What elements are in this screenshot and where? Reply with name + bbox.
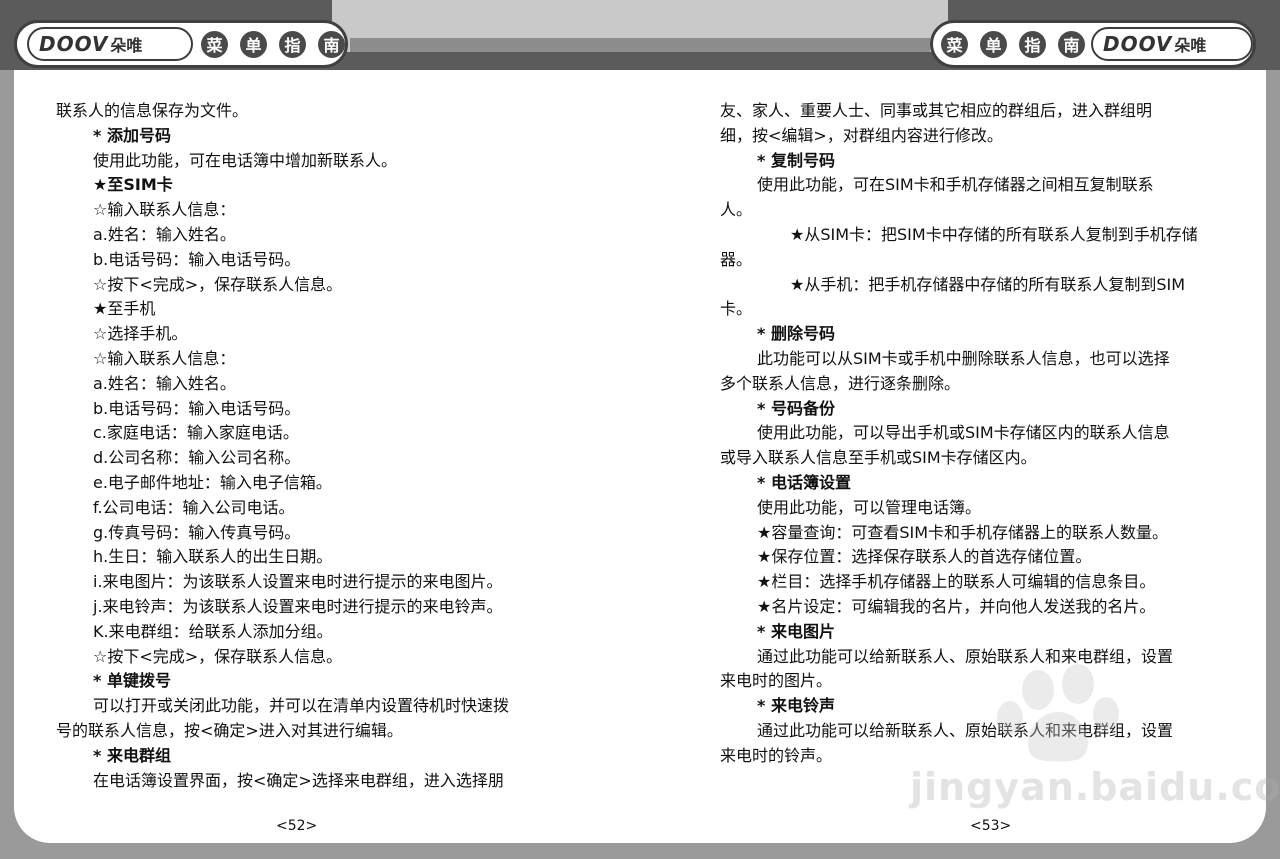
text-line: 使用此功能，可在电话簿中增加新联系人。 bbox=[93, 150, 398, 170]
text-line: c.家庭电话：输入家庭电话。 bbox=[93, 423, 299, 443]
text-line: 此功能可以从SIM卡或手机中删除联系人信息，也可以选择 bbox=[757, 348, 1170, 368]
left-header: DOOV 朵唯 菜 单 指 南 bbox=[14, 20, 348, 68]
menu-title-char: 单 bbox=[980, 30, 1007, 58]
text-line: 通过此功能可以给新联系人、原始联系人和来电群组，设置 bbox=[757, 720, 1174, 740]
text-line: ☆按下<完成>，保存联系人信息。 bbox=[93, 274, 343, 294]
text-line: ★从手机：把手机存储器中存储的所有联系人复制到SIM bbox=[790, 274, 1186, 294]
menu-title-char: 菜 bbox=[201, 30, 228, 58]
text-line: 使用此功能，可在SIM卡和手机存储器之间相互复制联系 bbox=[757, 175, 1154, 195]
page-number-left: <52> bbox=[276, 818, 318, 834]
right-page-text: 友、家人、重要人士、同事或其它相应的群组后，进入群组明 细，按<编辑>，对群组内容… bbox=[720, 99, 1226, 769]
text-line: 来电时的铃声。 bbox=[720, 745, 833, 765]
text-line: 使用此功能，可以导出手机或SIM卡存储区内的联系人信息 bbox=[757, 423, 1170, 443]
doov-logo: DOOV 朵唯 bbox=[1091, 27, 1253, 61]
left-page-text: 联系人的信息保存为文件。 * 添加号码使用此功能，可在电话簿中增加新联系人。 ★至S… bbox=[56, 99, 566, 793]
logo-chinese: 朵唯 bbox=[1174, 36, 1207, 55]
text-line: b.电话号码：输入电话号码。 bbox=[93, 398, 301, 418]
menu-guide-title: 菜 单 指 南 bbox=[201, 30, 345, 58]
logo-chinese: 朵唯 bbox=[110, 36, 143, 55]
text-line: 联系人的信息保存为文件。 bbox=[56, 101, 249, 120]
text-line: e.电子邮件地址：输入电子信箱。 bbox=[93, 472, 332, 492]
text-line: ★至手机 bbox=[93, 299, 156, 319]
menu-title-char: 南 bbox=[1058, 30, 1085, 58]
section-heading: * 来电群组 bbox=[93, 745, 171, 765]
text-line: 来电时的图片。 bbox=[720, 671, 833, 691]
text-line: ☆输入联系人信息： bbox=[93, 348, 236, 368]
header-center-strip bbox=[350, 38, 930, 52]
menu-title-char: 菜 bbox=[941, 30, 968, 58]
text-line: f.公司电话：输入公司电话。 bbox=[93, 497, 295, 517]
text-line: ★从SIM卡：把SIM卡中存储的所有联系人复制到手机存储 bbox=[790, 224, 1198, 244]
section-heading: * 添加号码 bbox=[93, 125, 171, 145]
text-line: 号的联系人信息，按<确定>进入对其进行编辑。 bbox=[56, 720, 403, 740]
text-line: a.姓名：输入姓名。 bbox=[93, 224, 236, 244]
menu-guide-title: 菜 单 指 南 bbox=[941, 30, 1085, 58]
text-line: 器。 bbox=[720, 249, 753, 269]
text-line: ☆按下<完成>，保存联系人信息。 bbox=[93, 646, 343, 666]
text-line: 卡。 bbox=[720, 299, 753, 319]
text-line: 可以打开或关闭此功能，并可以在清单内设置待机时快速拨 bbox=[93, 696, 510, 716]
text-line: ★栏目：选择手机存储器上的联系人可编辑的信息条目。 bbox=[757, 572, 1156, 592]
logo-brand: DOOV bbox=[39, 32, 109, 56]
text-line: ★容量查询：可查看SIM卡和手机存储器上的联系人数量。 bbox=[757, 522, 1169, 542]
page-number-right: <53> bbox=[970, 818, 1012, 834]
section-heading: * 删除号码 bbox=[757, 324, 835, 344]
text-line: 在电话簿设置界面，按<确定>选择来电群组，进入选择朋 bbox=[93, 770, 504, 790]
text-line: ☆输入联系人信息： bbox=[93, 200, 236, 220]
menu-title-char: 单 bbox=[240, 30, 267, 58]
section-heading: * 来电图片 bbox=[757, 621, 835, 641]
right-header: 菜 单 指 南 DOOV 朵唯 bbox=[930, 20, 1256, 68]
text-line: 细，按<编辑>，对群组内容进行修改。 bbox=[720, 125, 1003, 145]
text-line: j.来电铃声：为该联系人设置来电时进行提示的来电铃声。 bbox=[93, 596, 503, 616]
text-line: a.姓名：输入姓名。 bbox=[93, 373, 236, 393]
text-line: d.公司名称：输入公司名称。 bbox=[93, 448, 301, 468]
logo-brand: DOOV bbox=[1103, 32, 1173, 56]
text-line: 友、家人、重要人士、同事或其它相应的群组后，进入群组明 bbox=[720, 101, 1153, 120]
text-line: ☆选择手机。 bbox=[93, 324, 188, 344]
text-line: 或导入联系人信息至手机或SIM卡存储区内。 bbox=[720, 448, 1037, 468]
text-line: 使用此功能，可以管理电话簿。 bbox=[757, 497, 982, 517]
menu-title-char: 指 bbox=[279, 30, 306, 58]
text-line: b.电话号码：输入电话号码。 bbox=[93, 249, 301, 269]
menu-title-char: 南 bbox=[318, 30, 345, 58]
section-heading: * 复制号码 bbox=[757, 150, 835, 170]
section-heading: ★至SIM卡 bbox=[93, 175, 173, 195]
text-line: 人。 bbox=[720, 200, 753, 220]
text-line: K.来电群组：给联系人添加分组。 bbox=[93, 621, 333, 641]
text-line: 多个联系人信息，进行逐条删除。 bbox=[720, 373, 961, 393]
menu-title-char: 指 bbox=[1019, 30, 1046, 58]
text-line: i.来电图片：为该联系人设置来电时进行提示的来电图片。 bbox=[93, 572, 503, 592]
text-line: ★名片设定：可编辑我的名片，并向他人发送我的名片。 bbox=[757, 596, 1156, 616]
section-heading: * 号码备份 bbox=[757, 398, 835, 418]
text-line: g.传真号码：输入传真号码。 bbox=[93, 522, 301, 542]
text-line: ★保存位置：选择保存联系人的首选存储位置。 bbox=[757, 547, 1092, 567]
text-line: 通过此功能可以给新联系人、原始联系人和来电群组，设置 bbox=[757, 646, 1174, 666]
section-heading: * 单键拨号 bbox=[93, 671, 171, 691]
doov-logo: DOOV 朵唯 bbox=[27, 27, 193, 61]
section-heading: * 电话簿设置 bbox=[757, 472, 851, 492]
text-line: h.生日：输入联系人的出生日期。 bbox=[93, 547, 333, 567]
section-heading: * 来电铃声 bbox=[757, 696, 835, 716]
